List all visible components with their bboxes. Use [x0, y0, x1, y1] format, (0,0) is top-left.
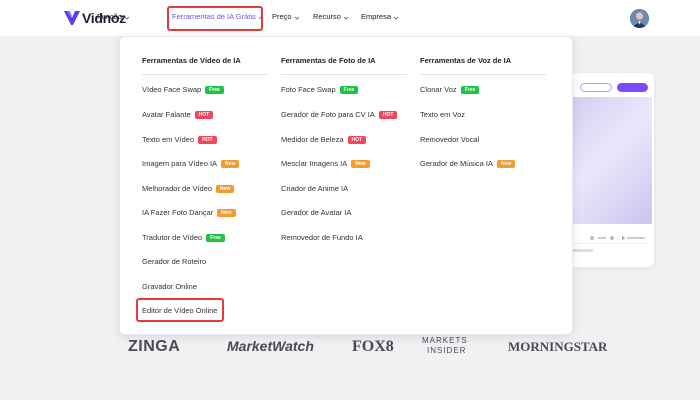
- new-badge: New: [496, 159, 516, 168]
- new-badge: New: [217, 208, 236, 217]
- nav-label: Recurso: [313, 12, 341, 21]
- brand-logo-morningstar: MORNINGSTAR: [508, 339, 608, 354]
- column-divider: [420, 74, 546, 75]
- chevron-down-icon: [124, 14, 130, 20]
- nav-highlight-box: [167, 6, 263, 31]
- menu-item-label: Gerador de Música IA: [420, 159, 493, 168]
- nav-label: Preço: [272, 12, 292, 21]
- hero-pill-outline: [580, 83, 612, 92]
- menu-item-label: Medidor de Beleza: [281, 135, 344, 144]
- menu-item-gerador-de-roteiro[interactable]: Gerador de Roteiro: [142, 257, 206, 266]
- menu-item-removedor-de-fundo[interactable]: Removedor de Fundo IA: [281, 233, 363, 242]
- column-divider: [142, 74, 268, 75]
- menu-item-label: Mesclar Imagens IA: [281, 159, 348, 168]
- hot-badge: HOT: [378, 110, 398, 119]
- menu-item-label: Foto Face Swap: [281, 85, 336, 94]
- hero-subtitle-area: [565, 243, 649, 261]
- menu-item-foto-face-swap[interactable]: Foto Face Swap Free: [281, 85, 359, 94]
- menu-item-imagem-para-video[interactable]: Imagem para Vídeo IA New: [142, 159, 240, 168]
- menu-item-melhorador-de-video[interactable]: Melhorador de Vídeo New: [142, 184, 235, 193]
- nav-label: Empresa: [361, 12, 392, 21]
- free-badge: Free: [339, 85, 359, 94]
- menu-item-gravador-online[interactable]: Gravador Online: [142, 282, 197, 291]
- menu-item-medidor-de-beleza[interactable]: Medidor de Beleza HOT: [281, 135, 367, 144]
- brand-logo-fox8: FOX8: [352, 338, 394, 355]
- free-badge: Free: [205, 85, 224, 94]
- menu-item-texto-em-voz[interactable]: Texto em Voz: [420, 110, 465, 119]
- hot-badge: HOT: [198, 135, 217, 144]
- menu-item-label: Melhorador de Vídeo: [142, 184, 213, 193]
- menu-item-label: Criador de Anime IA: [281, 184, 349, 193]
- menu-item-highlight-box: [136, 298, 224, 322]
- menu-item-texto-em-video[interactable]: Texto em Vídeo HOT: [142, 135, 217, 144]
- menu-item-video-face-swap[interactable]: Vídeo Face Swap Free: [142, 85, 224, 94]
- menu-item-label: Gravador Online: [142, 282, 198, 291]
- column-divider: [281, 74, 407, 75]
- menu-item-label: Imagem para Vídeo IA: [142, 159, 218, 168]
- column-title-voz: Ferramentas de Voz de IA: [420, 56, 512, 65]
- chevron-down-icon: [294, 14, 300, 20]
- menu-item-gerador-de-foto-para-cv[interactable]: Gerador de Foto para CV IA HOT: [281, 110, 398, 119]
- menu-item-label: Texto em Vídeo: [142, 135, 195, 144]
- menu-item-label: Removedor Vocal: [420, 135, 480, 144]
- free-badge: Free: [460, 85, 480, 94]
- nav-item-empresa[interactable]: Empresa: [361, 12, 399, 21]
- vidnoz-logo-icon: [64, 11, 80, 25]
- menu-item-avatar-falante[interactable]: Avatar Falante HOT: [142, 110, 214, 119]
- menu-item-label: IA Fazer Foto Dançar: [142, 208, 214, 217]
- new-badge: New: [351, 159, 370, 168]
- menu-item-tradutor-de-video[interactable]: Tradutor de Vídeo Free: [142, 233, 225, 242]
- hot-badge: HOT: [347, 135, 367, 144]
- column-title-video: Ferramentas de Vídeo de IA: [142, 56, 241, 65]
- hero-video-preview: [572, 97, 652, 224]
- new-badge: New: [221, 159, 240, 168]
- menu-item-label: Gerador de Avatar IA: [281, 208, 352, 217]
- menu-item-label: Clonar Voz: [420, 85, 457, 94]
- menu-item-mesclar-imagens[interactable]: Mesclar Imagens IA New: [281, 159, 370, 168]
- menu-item-label: Tradutor de Vídeo: [142, 233, 203, 242]
- menu-item-criador-de-anime[interactable]: Criador de Anime IA: [281, 184, 348, 193]
- brand-logo-markets-insider-line2: INSIDER: [427, 346, 467, 355]
- brand-logo-benzinga: ZINGA: [128, 338, 181, 355]
- nav-item-recurso[interactable]: Recurso: [313, 12, 349, 21]
- menu-item-gerador-de-avatar[interactable]: Gerador de Avatar IA: [281, 208, 351, 217]
- menu-item-ia-fazer-foto-dancar[interactable]: IA Fazer Foto Dançar New: [142, 208, 236, 217]
- menu-item-gerador-de-musica[interactable]: Gerador de Música IA New: [420, 159, 516, 168]
- column-title-foto: Ferramentas de Foto de IA: [281, 56, 376, 65]
- user-avatar[interactable]: [630, 9, 649, 28]
- nav-item-preco[interactable]: Preço: [272, 12, 300, 21]
- menu-item-label: Vídeo Face Swap: [142, 85, 202, 94]
- hero-pill-filled: [617, 83, 648, 92]
- nav-label: Função: [97, 12, 123, 21]
- menu-item-label: Avatar Falante: [142, 110, 191, 119]
- menu-item-label: Texto em Voz: [420, 110, 466, 119]
- menu-item-label: Gerador de Foto para CV IA: [281, 110, 375, 119]
- menu-item-removedor-vocal[interactable]: Removedor Vocal: [420, 135, 479, 144]
- chevron-down-icon: [393, 14, 399, 20]
- free-badge: Free: [206, 233, 225, 242]
- menu-item-clonar-voz[interactable]: Clonar Voz Free: [420, 85, 480, 94]
- new-badge: New: [216, 184, 235, 193]
- hot-badge: HOT: [194, 110, 214, 119]
- brand-logo-markets-insider-line1: MARKETS: [422, 336, 468, 345]
- brand-logo-marketwatch: MarketWatch: [227, 338, 314, 354]
- nav-item-funcao[interactable]: Função: [97, 12, 130, 21]
- menu-item-label: Removedor de Fundo IA: [281, 233, 363, 242]
- chevron-down-icon: [343, 14, 349, 20]
- hero-video-controls: [572, 229, 652, 240]
- menu-item-label: Gerador de Roteiro: [142, 257, 207, 266]
